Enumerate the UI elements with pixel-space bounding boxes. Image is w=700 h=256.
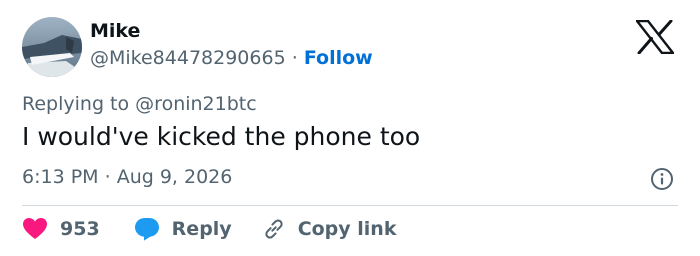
likes-count: 953 <box>60 218 100 240</box>
action-bar: 953 Reply Copy link <box>22 213 396 245</box>
tweet-date: Aug 9, 2026 <box>116 166 233 188</box>
heart-icon <box>22 217 48 241</box>
info-icon[interactable] <box>650 167 674 191</box>
reply-button[interactable]: Reply <box>134 217 232 241</box>
link-icon <box>262 217 286 241</box>
tweet-timestamp[interactable]: 6:13 PM · Aug 9, 2026 <box>22 166 232 188</box>
copy-link-label: Copy link <box>297 218 397 240</box>
tweet-text: I would've kicked the phone too <box>22 122 421 151</box>
tweet-time: 6:13 PM <box>22 166 99 188</box>
copy-link-button[interactable]: Copy link <box>262 217 397 241</box>
timestamp-separator: · <box>104 166 111 188</box>
divider <box>22 205 678 206</box>
author-handle[interactable]: @Mike84478290665 <box>90 47 286 69</box>
replying-target[interactable]: @ronin21btc <box>135 93 257 115</box>
follow-button[interactable]: Follow <box>304 47 373 69</box>
avatar[interactable] <box>22 17 82 77</box>
author-handle-line: @Mike84478290665 · Follow <box>90 47 373 69</box>
like-button[interactable]: 953 <box>22 217 100 241</box>
author-name[interactable]: Mike <box>90 20 140 42</box>
speech-bubble-icon <box>134 217 160 241</box>
tweet-card: Mike @Mike84478290665 · Follow Replying … <box>0 0 700 256</box>
x-logo-icon[interactable] <box>635 19 675 55</box>
reply-label: Reply <box>171 218 232 240</box>
replying-to: Replying to @ronin21btc <box>22 93 257 115</box>
handle-separator: · <box>291 47 298 69</box>
replying-prefix: Replying to <box>22 93 130 115</box>
